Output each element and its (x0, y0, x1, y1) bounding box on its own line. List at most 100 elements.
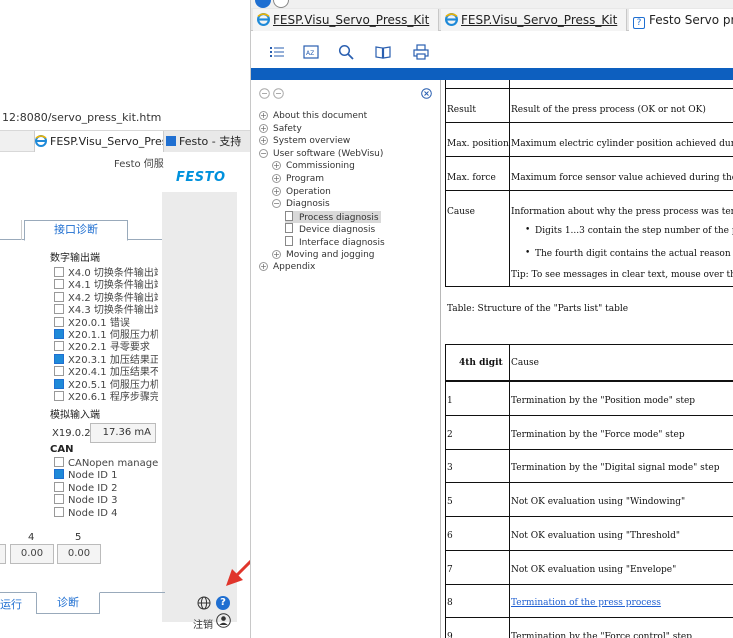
checkbox[interactable] (54, 378, 64, 389)
tab-run[interactable]: 运行 (0, 595, 34, 615)
digital-output-item: X4.1 切换条件输出端 (54, 279, 158, 291)
expand-all-icon[interactable] (273, 88, 284, 99)
checkbox[interactable] (54, 316, 64, 327)
table-border (445, 190, 733, 191)
collapse-icon[interactable]: − (259, 148, 268, 158)
tab-visu-servo[interactable]: FESP.Visu_Servo_Pres (34, 131, 164, 152)
logout-label[interactable]: 注销 (193, 616, 213, 631)
back-button[interactable] (255, 0, 271, 8)
digit-cell: 8 (447, 598, 453, 609)
toc-label: About this document (273, 111, 368, 121)
expand-icon[interactable]: + (259, 136, 268, 146)
can-title: CAN (50, 444, 74, 455)
table-border (445, 122, 733, 123)
tab-festo-support[interactable]: Festo - 支持 (164, 131, 250, 152)
contents-list-icon[interactable] (269, 44, 285, 60)
cause-link[interactable]: Termination of the press process (511, 598, 661, 608)
checkbox[interactable] (54, 494, 64, 505)
toc-item[interactable]: + Appendix (259, 261, 315, 273)
checkbox[interactable] (54, 506, 64, 517)
expand-icon[interactable]: + (259, 111, 268, 120)
value-label: 5 (75, 532, 82, 543)
collapse-icon[interactable]: − (272, 199, 281, 209)
help-icon[interactable]: ? (216, 596, 230, 610)
value-label: 4 (28, 532, 35, 543)
digit-cell: 1 (447, 396, 453, 406)
toc-item[interactable]: Interface diagnosis (285, 236, 385, 248)
background-app-window: 12:8080/servo_press_kit.htm FESP.Visu_Se… (0, 0, 276, 638)
checkbox[interactable] (54, 329, 64, 339)
toc-item[interactable]: + System overview (259, 135, 350, 147)
can-item: Node ID 2 (54, 481, 158, 494)
document-icon (285, 223, 293, 234)
checkbox[interactable] (54, 279, 64, 290)
toc-label: Safety (273, 123, 302, 134)
table-border (509, 344, 510, 638)
toc-item[interactable]: + Moving and jogging (272, 249, 375, 261)
toc-item[interactable]: − User software (WebVisu) (259, 148, 383, 160)
tab-label: Festo Servo press (649, 13, 733, 27)
digit-cell: 5 (447, 497, 453, 508)
table-border (445, 583, 733, 585)
digital-output-label: X20.5.1 伺服压力机 (68, 379, 158, 391)
toc-item[interactable]: + Program (272, 173, 324, 185)
checkbox[interactable] (54, 267, 64, 277)
table-border (445, 617, 733, 619)
search-icon[interactable] (338, 44, 354, 60)
toc-label: Commissioning (286, 161, 355, 172)
digital-output-label: X20.6.1 程序步骤完成 (68, 392, 158, 403)
checkbox[interactable] (54, 366, 64, 377)
checkbox[interactable] (54, 353, 64, 364)
tab-previous[interactable] (0, 220, 22, 240)
user-icon[interactable] (216, 613, 231, 628)
checkbox[interactable] (54, 481, 64, 492)
digital-output-item: X4.3 切换条件输出端 (54, 304, 158, 316)
expand-icon[interactable]: + (272, 174, 281, 183)
checkbox[interactable] (54, 291, 64, 302)
digital-output-item: X20.3.1 加压结果正常 (54, 353, 158, 366)
toc-item[interactable]: Device diagnosis (285, 223, 375, 235)
toc-item[interactable]: + Safety (259, 123, 302, 135)
digital-output-item: X20.2.1 寻零要求 (54, 341, 158, 353)
close-toc-icon[interactable] (421, 88, 432, 99)
globe-icon[interactable] (197, 596, 211, 610)
table-border (445, 448, 733, 450)
expand-icon[interactable]: + (272, 161, 281, 171)
checkbox[interactable] (54, 304, 64, 315)
print-icon[interactable] (413, 44, 429, 60)
digit-cell: 3 (447, 463, 453, 474)
index-az-icon[interactable]: AZ (303, 44, 319, 60)
digital-output-label: X20.3.1 加压结果正常 (68, 354, 158, 366)
analog-label: X19.0.2 (52, 428, 91, 439)
toc-item[interactable]: − Diagnosis (272, 198, 330, 210)
table-value: Result of the press process (OK or not O… (511, 105, 706, 115)
address-bar[interactable]: 12:8080/servo_press_kit.htm (0, 108, 250, 128)
checkbox[interactable] (54, 469, 64, 480)
digital-output-item: X20.4.1 加压结果不正 (54, 366, 158, 378)
expand-icon[interactable]: + (272, 249, 281, 259)
tab-visu-servo-1[interactable]: FESP.Visu_Servo_Press_Kit (253, 9, 439, 31)
tab-visu-servo-2[interactable]: FESP.Visu_Servo_Press_Kit (441, 9, 627, 31)
forward-button[interactable] (273, 0, 289, 8)
expand-icon[interactable]: + (259, 262, 268, 272)
expand-icon[interactable]: + (259, 123, 268, 133)
checkbox[interactable] (54, 457, 64, 467)
expand-icon[interactable]: + (272, 186, 281, 196)
values-row: 4 5 0.00 0.00 (0, 532, 162, 572)
checkbox[interactable] (54, 341, 64, 352)
toc-item[interactable]: Process diagnosis (285, 210, 381, 223)
toc-item[interactable]: + About this document (259, 110, 367, 122)
digit-cell: 2 (447, 429, 453, 440)
toc-item[interactable]: + Commissioning (272, 160, 355, 172)
toc-item[interactable]: + Operation (272, 186, 331, 198)
table-key: Max. position (447, 139, 509, 149)
toc-label: Operation (286, 186, 331, 197)
digital-outputs-title: 数字输出端 (50, 253, 100, 264)
checkbox[interactable] (54, 391, 64, 401)
collapse-all-icon[interactable] (259, 88, 270, 99)
book-icon[interactable] (375, 44, 391, 60)
tab-festo-servo-help[interactable]: ? Festo Servo press (629, 9, 733, 31)
can-item: Node ID 3 (54, 494, 158, 506)
tab-interface-diagnosis[interactable]: 接口诊断 (24, 220, 128, 241)
tab-diagnosis[interactable]: 诊断 (36, 592, 100, 614)
